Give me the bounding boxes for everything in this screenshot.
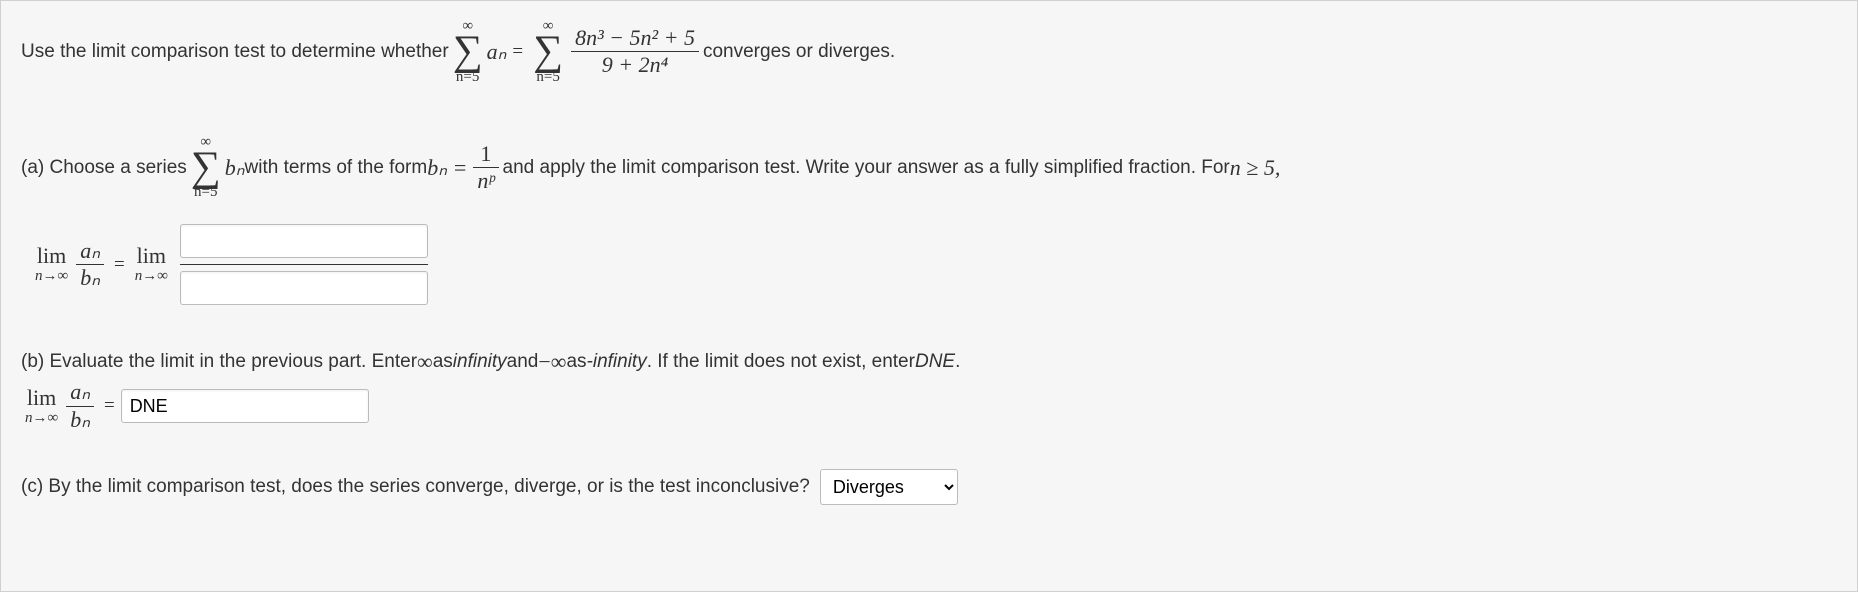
- limit-b: lim n→∞: [25, 387, 58, 426]
- equals: =: [512, 41, 523, 63]
- limit-an-bn: lim n→∞: [35, 245, 68, 284]
- dne-word: DNE: [915, 351, 955, 373]
- equals: =: [114, 254, 125, 276]
- ratio-fraction-b: aₙ bₙ: [66, 379, 94, 433]
- part-b-text5: . If the limit does not exist, enter: [647, 351, 915, 373]
- series-numerator: 8n³ − 5n² + 5: [571, 25, 699, 51]
- sum-an: ∞ ∑ n=5: [453, 19, 483, 85]
- part-a-tail: and apply the limit comparison test. Wri…: [503, 157, 1230, 179]
- bn-den: nᵖ: [473, 168, 498, 194]
- bn-equals: bₙ =: [427, 155, 467, 181]
- sum-bot: n=5: [194, 185, 217, 200]
- neg-infinity-symbol: −∞: [538, 349, 566, 375]
- sigma-icon: ∑: [533, 34, 563, 70]
- numerator-input[interactable]: [180, 224, 428, 258]
- part-b-text3: and: [507, 351, 539, 373]
- lim-under: n→∞: [35, 269, 68, 284]
- lim-word: lim: [137, 245, 166, 267]
- sigma-icon: ∑: [191, 150, 221, 186]
- part-b-period: .: [955, 351, 960, 373]
- denominator-input[interactable]: [180, 271, 428, 305]
- bn-fraction: 1 nᵖ: [473, 141, 498, 195]
- part-b-text2: as: [433, 351, 453, 373]
- part-a-mid: with terms of the form: [245, 157, 428, 179]
- infinity-symbol: ∞: [417, 349, 433, 375]
- question-lead: Use the limit comparison test to determi…: [21, 41, 449, 63]
- limit-rhs: lim n→∞: [135, 245, 168, 284]
- ratio-fraction: aₙ bₙ: [76, 238, 104, 292]
- conclusion-select[interactable]: ConvergesDivergesInconclusive: [820, 469, 958, 505]
- ratio-num: aₙ: [66, 379, 94, 405]
- sum-bot: n=5: [456, 70, 479, 85]
- term-an: aₙ: [487, 39, 507, 65]
- part-a-label: (a) Choose a series: [21, 157, 187, 179]
- lim-under: n→∞: [135, 269, 168, 284]
- sum-series: ∞ ∑ n=5: [533, 19, 563, 85]
- lim-word: lim: [27, 387, 56, 409]
- sum-bot-2: n=5: [536, 70, 559, 85]
- part-c-text: (c) By the limit comparison test, does t…: [21, 476, 810, 498]
- series-fraction: 8n³ − 5n² + 5 9 + 2n⁴: [571, 25, 699, 79]
- equals: =: [104, 395, 115, 417]
- answer-fraction: [180, 224, 428, 305]
- lim-under: n→∞: [25, 411, 58, 426]
- part-b-text4: as: [566, 351, 586, 373]
- sum-bn: ∞ ∑ n=5: [191, 135, 221, 201]
- condition: n ≥ 5,: [1230, 155, 1281, 181]
- question-tail: converges or diverges.: [703, 41, 895, 63]
- ratio-num: aₙ: [76, 238, 104, 264]
- infinity-word: infinity: [453, 351, 507, 373]
- ratio-den: bₙ: [76, 265, 104, 291]
- term-bn: bₙ: [225, 155, 245, 181]
- part-b-text1: (b) Evaluate the limit in the previous p…: [21, 351, 417, 373]
- lim-word: lim: [37, 245, 66, 267]
- series-denominator: 9 + 2n⁴: [598, 52, 673, 78]
- sigma-icon: ∑: [453, 34, 483, 70]
- ratio-den: bₙ: [66, 407, 94, 433]
- neg-infinity-word: -infinity: [587, 351, 647, 373]
- limit-value-input[interactable]: [121, 389, 369, 423]
- bn-num: 1: [476, 141, 495, 167]
